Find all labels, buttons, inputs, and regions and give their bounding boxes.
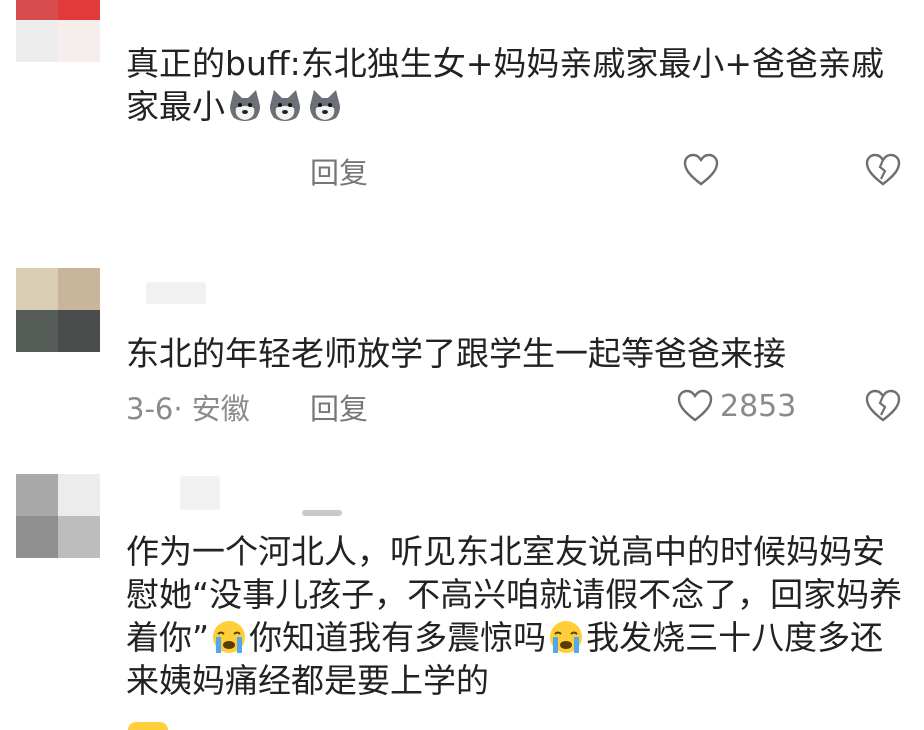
avatar-pixel xyxy=(58,474,100,516)
avatar-pixel xyxy=(16,268,58,310)
comment-item: 真正的buff:东北独生女+妈妈亲戚家最小+爸爸亲戚家最小 回复 xyxy=(0,0,924,230)
avatar-pixel xyxy=(16,310,58,352)
heart-icon xyxy=(683,153,719,186)
comment-item: 东北的年轻老师放学了跟学生一起等爸爸来接 3-6· 安徽 回复 2853 xyxy=(0,230,924,460)
reply-button[interactable]: 回复 xyxy=(310,386,368,428)
comment-meta: 回复 xyxy=(126,150,906,190)
comment-text: 东北的年轻老师放学了跟学生一起等爸爸来接 xyxy=(126,334,786,373)
avatar[interactable] xyxy=(16,0,100,62)
username-suffix xyxy=(302,510,342,516)
comment-meta: 3-6· 安徽 回复 2853 xyxy=(126,386,906,428)
comment-item: 作为一个河北人，听见东北室友说高中的时候妈妈安慰她“没事儿孩子，不高兴咱就请假不… xyxy=(0,460,924,730)
avatar-pixel xyxy=(58,268,100,310)
cropped-emoji xyxy=(128,722,168,730)
husky-dog-emoji-icon xyxy=(230,90,260,121)
avatar[interactable] xyxy=(16,268,100,352)
avatar-pixel xyxy=(16,0,58,20)
comment-text: 真正的buff:东北独生女+妈妈亲戚家最小+爸爸亲戚家最小 xyxy=(126,42,906,128)
avatar-pixel xyxy=(58,516,100,558)
husky-dog-emoji-icon xyxy=(310,90,340,121)
reply-button[interactable]: 回复 xyxy=(310,150,368,192)
heart-icon xyxy=(677,389,713,422)
username[interactable] xyxy=(146,282,206,304)
like-count: 2853 xyxy=(720,388,797,424)
like-button[interactable]: 2853 xyxy=(676,386,796,426)
comment-date: 3-6· 安徽 xyxy=(126,392,250,426)
husky-dog-emoji-icon xyxy=(270,90,300,121)
like-button[interactable] xyxy=(682,150,726,190)
avatar-pixel xyxy=(58,0,100,20)
crying-face-emoji-icon xyxy=(213,621,246,653)
avatar-pixel xyxy=(16,474,58,516)
avatar-pixel xyxy=(16,516,58,558)
avatar[interactable] xyxy=(16,474,100,558)
comment-text: 作为一个河北人，听见东北室友说高中的时候妈妈安慰她“没事儿孩子，不高兴咱就请假不… xyxy=(126,530,906,702)
crying-face-emoji-icon xyxy=(550,621,583,653)
comment-text-content: 你知道我有多震惊吗 xyxy=(249,618,547,657)
dislike-button[interactable] xyxy=(864,386,902,426)
avatar-pixel xyxy=(58,20,100,62)
dislike-button[interactable] xyxy=(864,150,902,190)
avatar-pixel xyxy=(58,310,100,352)
broken-heart-icon xyxy=(865,389,901,422)
broken-heart-icon xyxy=(865,153,901,186)
username[interactable] xyxy=(180,476,220,510)
avatar-pixel xyxy=(16,20,58,62)
